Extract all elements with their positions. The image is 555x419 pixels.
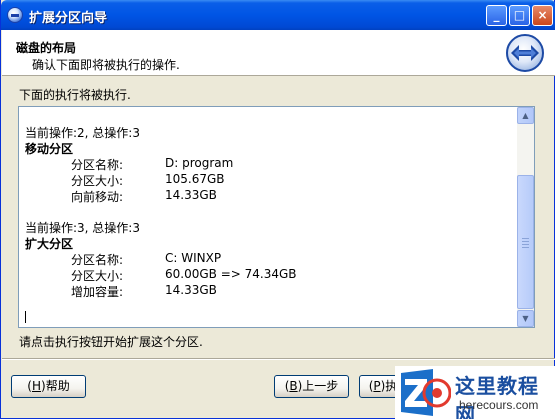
field-label: 分区大小: <box>71 174 124 188</box>
operation-header: 当前操作:3, 总操作:3 <box>25 221 140 235</box>
execute-hotkey: P <box>373 379 381 393</box>
minimize-button[interactable]: _ <box>486 5 507 26</box>
scroll-thumb[interactable] <box>517 175 534 309</box>
field-label: 增加容量: <box>71 285 124 299</box>
back-hotkey: B <box>289 379 298 393</box>
help-button-label: )帮助 <box>41 379 70 393</box>
close-button[interactable]: × <box>532 5 553 26</box>
grip-line <box>522 247 529 248</box>
scroll-up-arrow-icon[interactable]: ▲ <box>517 107 534 124</box>
wizard-window: 扩展分区向导 _ □ × 磁盘的布局 确认下面即将被执行的操作. 下面的执行将被… <box>0 0 555 419</box>
field-label: 向前移动: <box>71 190 124 204</box>
app-icon <box>7 7 23 23</box>
help-hotkey: H <box>31 379 42 393</box>
maximize-button[interactable]: □ <box>509 5 530 26</box>
watermark-url: herecours.com <box>459 398 539 412</box>
grip-line <box>522 241 529 242</box>
header-title: 磁盘的布局 <box>16 41 77 55</box>
back-button-label: )上一步 <box>297 379 339 393</box>
status-text: 请点击执行按钮开始扩展这个分区. <box>19 335 203 349</box>
operation-title: 移动分区 <box>25 142 74 156</box>
intro-text: 下面的执行将被执行. <box>19 88 131 102</box>
scroll-down-arrow-icon[interactable]: ▼ <box>517 310 534 327</box>
help-button[interactable]: (H)帮助 <box>11 375 86 398</box>
title-bar[interactable]: 扩展分区向导 _ □ × <box>1 0 555 30</box>
header-subtitle: 确认下面即将被执行的操作. <box>32 58 180 72</box>
field-value: 60.00GB => 74.34GB <box>165 267 297 281</box>
vertical-scrollbar[interactable]: ▲ ▼ <box>517 107 534 327</box>
operations-list[interactable]: 当前操作:2, 总操作:3 移动分区 分区名称: D: program 分区大小… <box>18 106 535 328</box>
text-caret <box>25 311 26 323</box>
field-value: C: WINXP <box>165 251 222 265</box>
wizard-header: 磁盘的布局 确认下面即将被执行的操作. <box>2 30 555 76</box>
window-title: 扩展分区向导 <box>29 11 108 26</box>
field-label: 分区大小: <box>71 269 124 283</box>
footer-divider <box>2 358 555 360</box>
back-button[interactable]: (B)上一步 <box>274 375 349 398</box>
operation-title: 扩大分区 <box>25 237 74 251</box>
field-value: D: program <box>165 156 234 170</box>
watermark-logo-icon <box>401 369 451 416</box>
operations-content: 当前操作:2, 总操作:3 移动分区 分区名称: D: program 分区大小… <box>23 107 517 327</box>
grip-line <box>522 244 529 245</box>
field-value: 105.67GB <box>165 172 225 186</box>
field-label: 分区名称: <box>71 253 124 267</box>
grip-line <box>522 238 529 239</box>
field-value: 14.33GB <box>165 188 217 202</box>
watermark: 这里教程网 herecours.com <box>395 366 555 419</box>
field-label: 分区名称: <box>71 158 124 172</box>
operation-header: 当前操作:2, 总操作:3 <box>25 126 140 140</box>
field-value: 14.33GB <box>165 283 217 297</box>
partition-arrows-icon <box>506 34 544 72</box>
